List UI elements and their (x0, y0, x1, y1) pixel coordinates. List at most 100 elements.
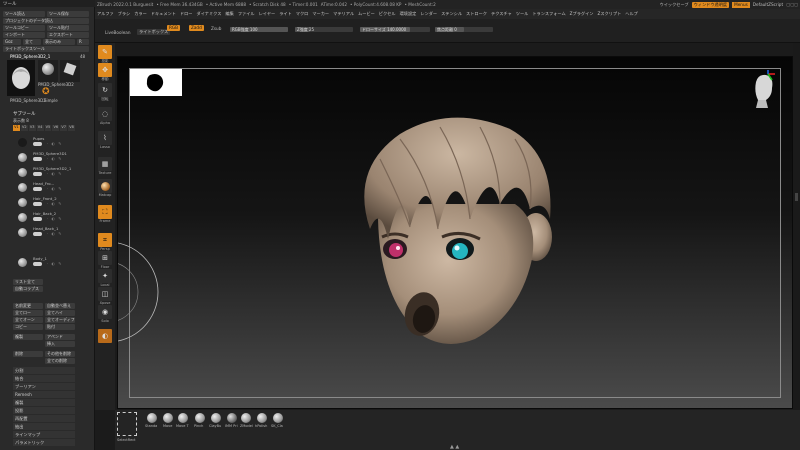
navigation-head-icon[interactable] (748, 70, 778, 110)
subtool-row[interactable]: Hair_Front_2 · ◐ ✎ (13, 196, 75, 211)
right-shelf-handle[interactable] (795, 193, 798, 201)
lightbox-button[interactable]: ライトボックス (137, 29, 171, 35)
menu-stroke[interactable]: ストローク (466, 11, 487, 17)
expand-shelf-icon[interactable]: ▲ ▲ (450, 444, 459, 450)
load-project-data-button[interactable]: プロジェクトのデータ読込 (3, 18, 89, 24)
alpha-preview[interactable] (130, 69, 182, 96)
menu-marker[interactable]: マーカー (312, 11, 329, 17)
subtool-row[interactable]: Head_Back_1 · ◐ ✎ (13, 226, 75, 241)
all-off-button[interactable]: 全てオーディフ (45, 317, 75, 323)
subtool-tab[interactable]: V1 (13, 125, 20, 131)
section-remesh[interactable]: Remesh (13, 391, 75, 398)
menu-file[interactable]: ファイル (238, 11, 255, 17)
texture-icon[interactable]: ▦ (98, 157, 112, 171)
menu-macro[interactable]: マクロ (296, 11, 309, 17)
subtool-row[interactable]: Hair_Back_2 · ◐ ✎ (13, 211, 75, 226)
draw-size-slider[interactable]: ドローサイズ 140.0000 (360, 27, 430, 32)
lasso-icon[interactable]: ⌇ (98, 131, 112, 145)
menu-layer[interactable]: レイヤー (259, 11, 276, 17)
brush-sk-clay-icon[interactable] (273, 413, 283, 423)
menus-toggle[interactable]: Menus (732, 1, 750, 8)
floor-icon[interactable]: ⊞ (98, 251, 112, 265)
subtool-tab[interactable]: V3 (28, 125, 36, 131)
goz-button[interactable]: Goz (3, 39, 21, 45)
subtool-visibility-toggle[interactable] (33, 157, 42, 161)
menu-edit[interactable]: 編集 (225, 11, 233, 17)
brush-standard-icon[interactable] (147, 413, 157, 423)
visible-only-button[interactable]: 表示のみ (43, 39, 75, 45)
tool-slot-sphere[interactable] (38, 60, 58, 82)
subtool-tab[interactable]: V2 (20, 125, 28, 131)
brush-hpolish-icon[interactable] (257, 413, 267, 423)
xpose-icon[interactable]: ◫ (98, 287, 112, 301)
transp-icon[interactable]: ◐ (98, 329, 112, 343)
brush-move-icon[interactable] (163, 413, 173, 423)
liveboolean-button[interactable]: LiveBoolean (105, 30, 131, 35)
section-project[interactable]: 投影 (13, 407, 75, 414)
menu-light[interactable]: ライト (279, 11, 292, 17)
menu-color[interactable]: カラー (134, 11, 147, 17)
solo-icon[interactable]: ◉ (98, 305, 112, 319)
save-tool-button[interactable]: ツール保存 (47, 11, 89, 17)
subtool-header[interactable]: サブツール (13, 111, 36, 117)
subtool-visibility-toggle[interactable] (33, 187, 42, 191)
local-icon[interactable]: ✦ (98, 269, 112, 283)
all-on-button[interactable]: 全てオーン (13, 317, 43, 323)
load-tool-button[interactable]: ツール読込 (3, 11, 45, 17)
export-button[interactable]: エクスポート (47, 32, 89, 38)
auto-reorder-button[interactable]: 自動並べ替え (45, 303, 75, 309)
paste-tool-button[interactable]: ツール貼付 (47, 25, 89, 31)
menu-preferences[interactable]: 環境設定 (400, 11, 417, 17)
menu-zplugin[interactable]: Zプラグイン (570, 11, 594, 17)
brush-move-topological-icon[interactable] (178, 413, 188, 423)
import-button[interactable]: インポート (3, 32, 45, 38)
quicksave-button[interactable]: ウイックセーブ (660, 2, 689, 8)
menu-brush[interactable]: ブラシ (118, 11, 130, 17)
brush-imm-primitives-icon[interactable] (227, 413, 237, 423)
all-button[interactable]: 全て (23, 39, 41, 45)
current-tool-thumbnail[interactable] (7, 60, 35, 96)
menu-stencil[interactable]: ステンシル (441, 11, 462, 17)
persp-icon[interactable]: ⌗ (98, 233, 112, 247)
projection-icon[interactable]: ✎ (98, 45, 112, 59)
window-transparency-button[interactable]: ウィンドウ透明度 (691, 1, 730, 8)
focal-shift-slider[interactable]: 焦点距離 0 (435, 27, 493, 32)
menu-render[interactable]: レンダー (420, 11, 437, 17)
menu-zscript[interactable]: Zスクリプト (597, 11, 621, 17)
subtool-row[interactable]: Head_Fro... · ◐ ✎ (13, 181, 75, 196)
menu-alpha[interactable]: アルファ (97, 11, 114, 17)
subtool-visibility-toggle[interactable] (33, 217, 42, 221)
section-boolean[interactable]: ブーリアン (13, 383, 75, 390)
menu-draw[interactable]: ドロー (180, 11, 193, 17)
delete-other-button[interactable]: その他を削除 (45, 351, 75, 357)
duplicate-button[interactable]: 複製 (13, 334, 43, 340)
rgb-button[interactable]: RGB (167, 25, 181, 31)
sculpted-head-model[interactable] (340, 109, 580, 354)
insert-button[interactable]: 挿入 (45, 341, 75, 347)
menu-dynamics[interactable]: ダイナミクス (197, 11, 222, 17)
menu-material[interactable]: マテリアル (333, 11, 354, 17)
section-merge[interactable]: 結合 (13, 375, 75, 382)
subtool-row[interactable]: Body_1 · ◐ ✎ (13, 256, 75, 271)
all-high-button[interactable]: 全てハイ (45, 310, 75, 316)
subtool-visibility-toggle[interactable] (33, 172, 42, 176)
frame-icon[interactable]: ⛶ (98, 205, 112, 219)
brush-claybuildup-icon[interactable] (211, 413, 221, 423)
menu-movie[interactable]: ムービー (358, 11, 375, 17)
zadd-button[interactable]: Zadd (189, 25, 204, 31)
copy-tool-button[interactable]: ツールコピー (3, 25, 45, 31)
alpha-icon[interactable]: ◌ (98, 107, 112, 121)
subtool-row[interactable]: PM3D_Sphere3D1 · ◐ ✎ (13, 151, 75, 166)
subtool-tab[interactable]: V8 (68, 125, 75, 131)
section-extract[interactable]: 抽出 (13, 423, 75, 430)
subtool-visible-count[interactable]: 表示数 8 (13, 118, 29, 124)
section-reposition[interactable]: 再配置 (13, 415, 75, 422)
rename-button[interactable]: 名前変更 (13, 303, 43, 309)
section-duplicate[interactable]: 複製 (13, 399, 75, 406)
tool-slot-cube[interactable] (60, 60, 80, 82)
section-parametric[interactable]: パラメトリック (13, 439, 75, 446)
delete-button[interactable]: 削除 (13, 351, 43, 357)
r-button[interactable]: R (77, 39, 89, 45)
zsub-button[interactable]: Zsub (211, 26, 221, 31)
subtool-tab[interactable]: V5 (44, 125, 52, 131)
